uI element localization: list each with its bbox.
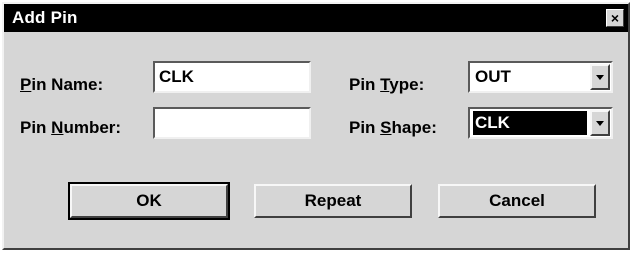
- chevron-down-icon[interactable]: [590, 110, 610, 136]
- pin-shape-mnemonic: S: [380, 118, 392, 137]
- close-icon[interactable]: ×: [606, 9, 624, 27]
- pin-shape-label: Pin Shape:: [349, 118, 437, 138]
- pin-type-select[interactable]: OUT: [468, 61, 613, 93]
- repeat-button[interactable]: Repeat: [254, 184, 412, 218]
- pin-name-mnemonic: P: [20, 75, 32, 94]
- pin-number-label-prefix: Pin: [20, 118, 52, 137]
- pin-type-label-prefix: Pin: [349, 75, 381, 94]
- pin-type-label-rest: ype:: [389, 75, 425, 94]
- dialog-title: Add Pin: [12, 8, 78, 27]
- pin-name-label-rest: in Name:: [31, 75, 104, 94]
- pin-name-label: Pin Name:: [20, 75, 103, 95]
- pin-type-value: OUT: [475, 67, 511, 86]
- chevron-down-icon[interactable]: [590, 64, 610, 90]
- pin-shape-label-prefix: Pin: [349, 118, 381, 137]
- ok-button[interactable]: OK: [68, 182, 230, 220]
- pin-type-label: Pin Type:: [349, 75, 424, 95]
- pin-number-mnemonic: N: [51, 118, 64, 137]
- pin-shape-select[interactable]: CLK: [468, 107, 613, 139]
- title-bar[interactable]: Add Pin ×: [4, 4, 628, 32]
- pin-number-field[interactable]: [153, 107, 311, 139]
- pin-type-mnemonic: T: [380, 75, 390, 94]
- pin-shape-value: CLK: [473, 111, 587, 135]
- cancel-button[interactable]: Cancel: [438, 184, 596, 218]
- pin-number-label-rest: umber:: [63, 118, 122, 137]
- pin-name-field[interactable]: [153, 61, 311, 93]
- pin-shape-label-rest: hape:: [391, 118, 437, 137]
- add-pin-dialog: Add Pin × Pin Name: Pin Number: Pin Type…: [2, 2, 630, 250]
- pin-number-label: Pin Number:: [20, 118, 121, 138]
